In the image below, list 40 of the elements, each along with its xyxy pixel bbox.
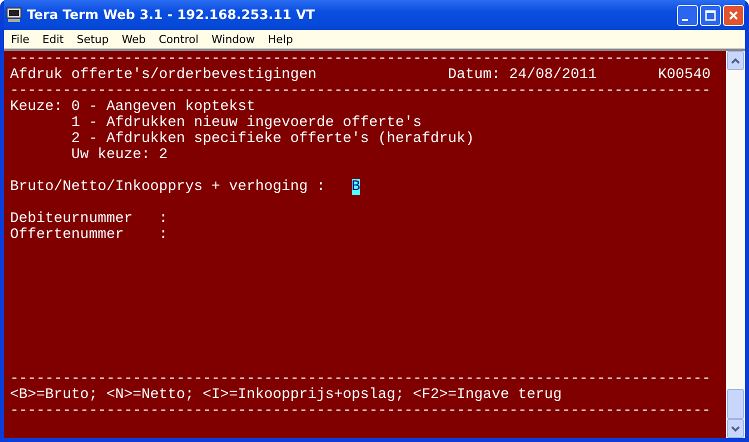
dashed-rule: -------------------------------------------------------------------------------- — [10, 371, 712, 387]
scroll-down-button[interactable] — [727, 419, 744, 438]
chevron-up-icon — [731, 58, 740, 64]
chevron-down-icon — [731, 426, 740, 432]
maximize-button[interactable] — [700, 4, 721, 26]
dashed-rule: -------------------------------------------------------------------------------- — [10, 83, 712, 99]
menu-item[interactable]: Web — [114, 32, 152, 46]
menu-item[interactable]: Edit — [35, 32, 70, 46]
input-cursor[interactable]: B — [352, 179, 360, 195]
scrollbar[interactable] — [726, 51, 745, 438]
field-label: Bruto/Netto/Inkoopprys + verhoging : — [10, 179, 326, 195]
scroll-up-button[interactable] — [727, 51, 744, 70]
key-help-line: <B>=Bruto; <N>=Netto; <I>=Inkoopprijs+opslag; <F2>=Ingave terug — [10, 387, 563, 403]
menu-item[interactable]: Control — [152, 32, 205, 46]
menu-item[interactable]: Setup — [70, 32, 115, 46]
field-colon: : — [158, 227, 168, 243]
menu-item[interactable]: Window — [204, 32, 261, 46]
close-icon — [728, 10, 739, 20]
menu-item[interactable]: Help — [260, 32, 299, 46]
dashed-rule: -------------------------------------------------------------------------------- — [10, 51, 712, 67]
field-colon: : — [158, 211, 168, 227]
menu-option: 0 - Aangeven koptekst — [71, 99, 474, 115]
menu-option: 2 - Afdrukken specifieke offerte's (herafdruk) — [71, 131, 474, 147]
window-title: Tera Term Web 3.1 - 192.168.253.11 VT — [27, 8, 316, 22]
field-label: Offertenummer — [10, 227, 125, 243]
maximize-icon — [705, 10, 716, 20]
choice-label: Keuze: — [10, 99, 64, 115]
choice-prompt: Uw keuze: 2 — [71, 147, 169, 163]
close-button[interactable] — [723, 4, 744, 26]
minimize-icon — [682, 19, 688, 21]
menu-option: 1 - Afdrukken nieuw ingevoerde offerte's — [71, 115, 474, 131]
terminal-icon — [6, 7, 22, 23]
screen-title: Afdruk offerte's/orderbevestigingen — [10, 67, 318, 83]
dashed-rule: -------------------------------------------------------------------------------- — [10, 403, 712, 419]
field-label: Debiteurnummer — [10, 211, 134, 227]
minimize-button[interactable] — [677, 4, 698, 26]
scroll-thumb[interactable] — [727, 389, 744, 419]
date-text: Datum: 24/08/2011 — [448, 67, 598, 83]
screen-code: K00540 — [658, 67, 711, 83]
menu-item[interactable]: File — [4, 32, 36, 46]
